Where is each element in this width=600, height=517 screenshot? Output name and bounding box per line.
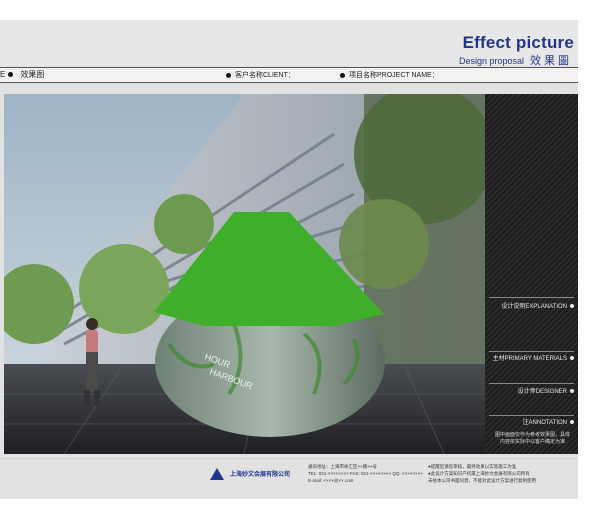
annotation-note: 图中画面仅作为参考效果图，具体内容依实际中以客户确定为准: [494, 432, 570, 445]
section-label: 效果图: [20, 70, 45, 79]
bullet-icon: [570, 303, 574, 308]
project-label: 项目名称PROJECT NAME：: [349, 72, 439, 79]
subtitle-cn: 效果圖: [530, 55, 572, 67]
designer-label: 设计师DESIGNER: [518, 386, 574, 395]
annotation-label: 注ANNOTATION: [523, 417, 574, 426]
company-name: 上海妙文会展有限公司: [230, 472, 291, 478]
client-field: 客户名称CLIENT：: [226, 70, 295, 80]
bullet-icon: [226, 72, 231, 78]
bullet-icon: [570, 355, 574, 360]
materials-label: 主材PRIMARY MATERIALS: [493, 353, 574, 362]
bullet-icon: [8, 72, 14, 77]
explanation-label: 设计说明EXPLANATION: [501, 301, 574, 310]
section-tag: E 效果图: [0, 69, 44, 80]
company-logo-icon: [210, 468, 224, 480]
bullet-icon: [570, 388, 574, 393]
side-panel: 设计说明EXPLANATION 主材PRIMARY MATERIALS 设计师D…: [485, 94, 578, 454]
info-bar: E 效果图 客户名称CLIENT： 项目名称PROJECT NAME：: [0, 67, 578, 83]
section-marker: E: [0, 70, 6, 79]
bullet-icon: [340, 72, 345, 78]
effect-rendering: HOUR HARBOUR: [4, 94, 485, 454]
contact-info: 通讯地址：上海市徐汇区××路××号 TEL: 021-×××××××× FAX:…: [308, 464, 423, 483]
page-subtitle: Design proposal 效果圖: [459, 52, 572, 68]
project-field: 项目名称PROJECT NAME：: [340, 70, 439, 80]
margin-strip: [578, 0, 600, 517]
footer-notes: ●提醒您请您审核，最终效果以实际施工为准 ●此设计方案知识产权属上海妙文会展有限…: [428, 464, 536, 483]
rendering-illustration: HOUR HARBOUR: [4, 94, 485, 454]
subtitle-en: Design proposal: [458, 56, 524, 66]
page-title: Effect picture: [462, 33, 574, 52]
client-label: 客户名称CLIENT：: [235, 72, 295, 79]
bullet-icon: [570, 419, 574, 424]
